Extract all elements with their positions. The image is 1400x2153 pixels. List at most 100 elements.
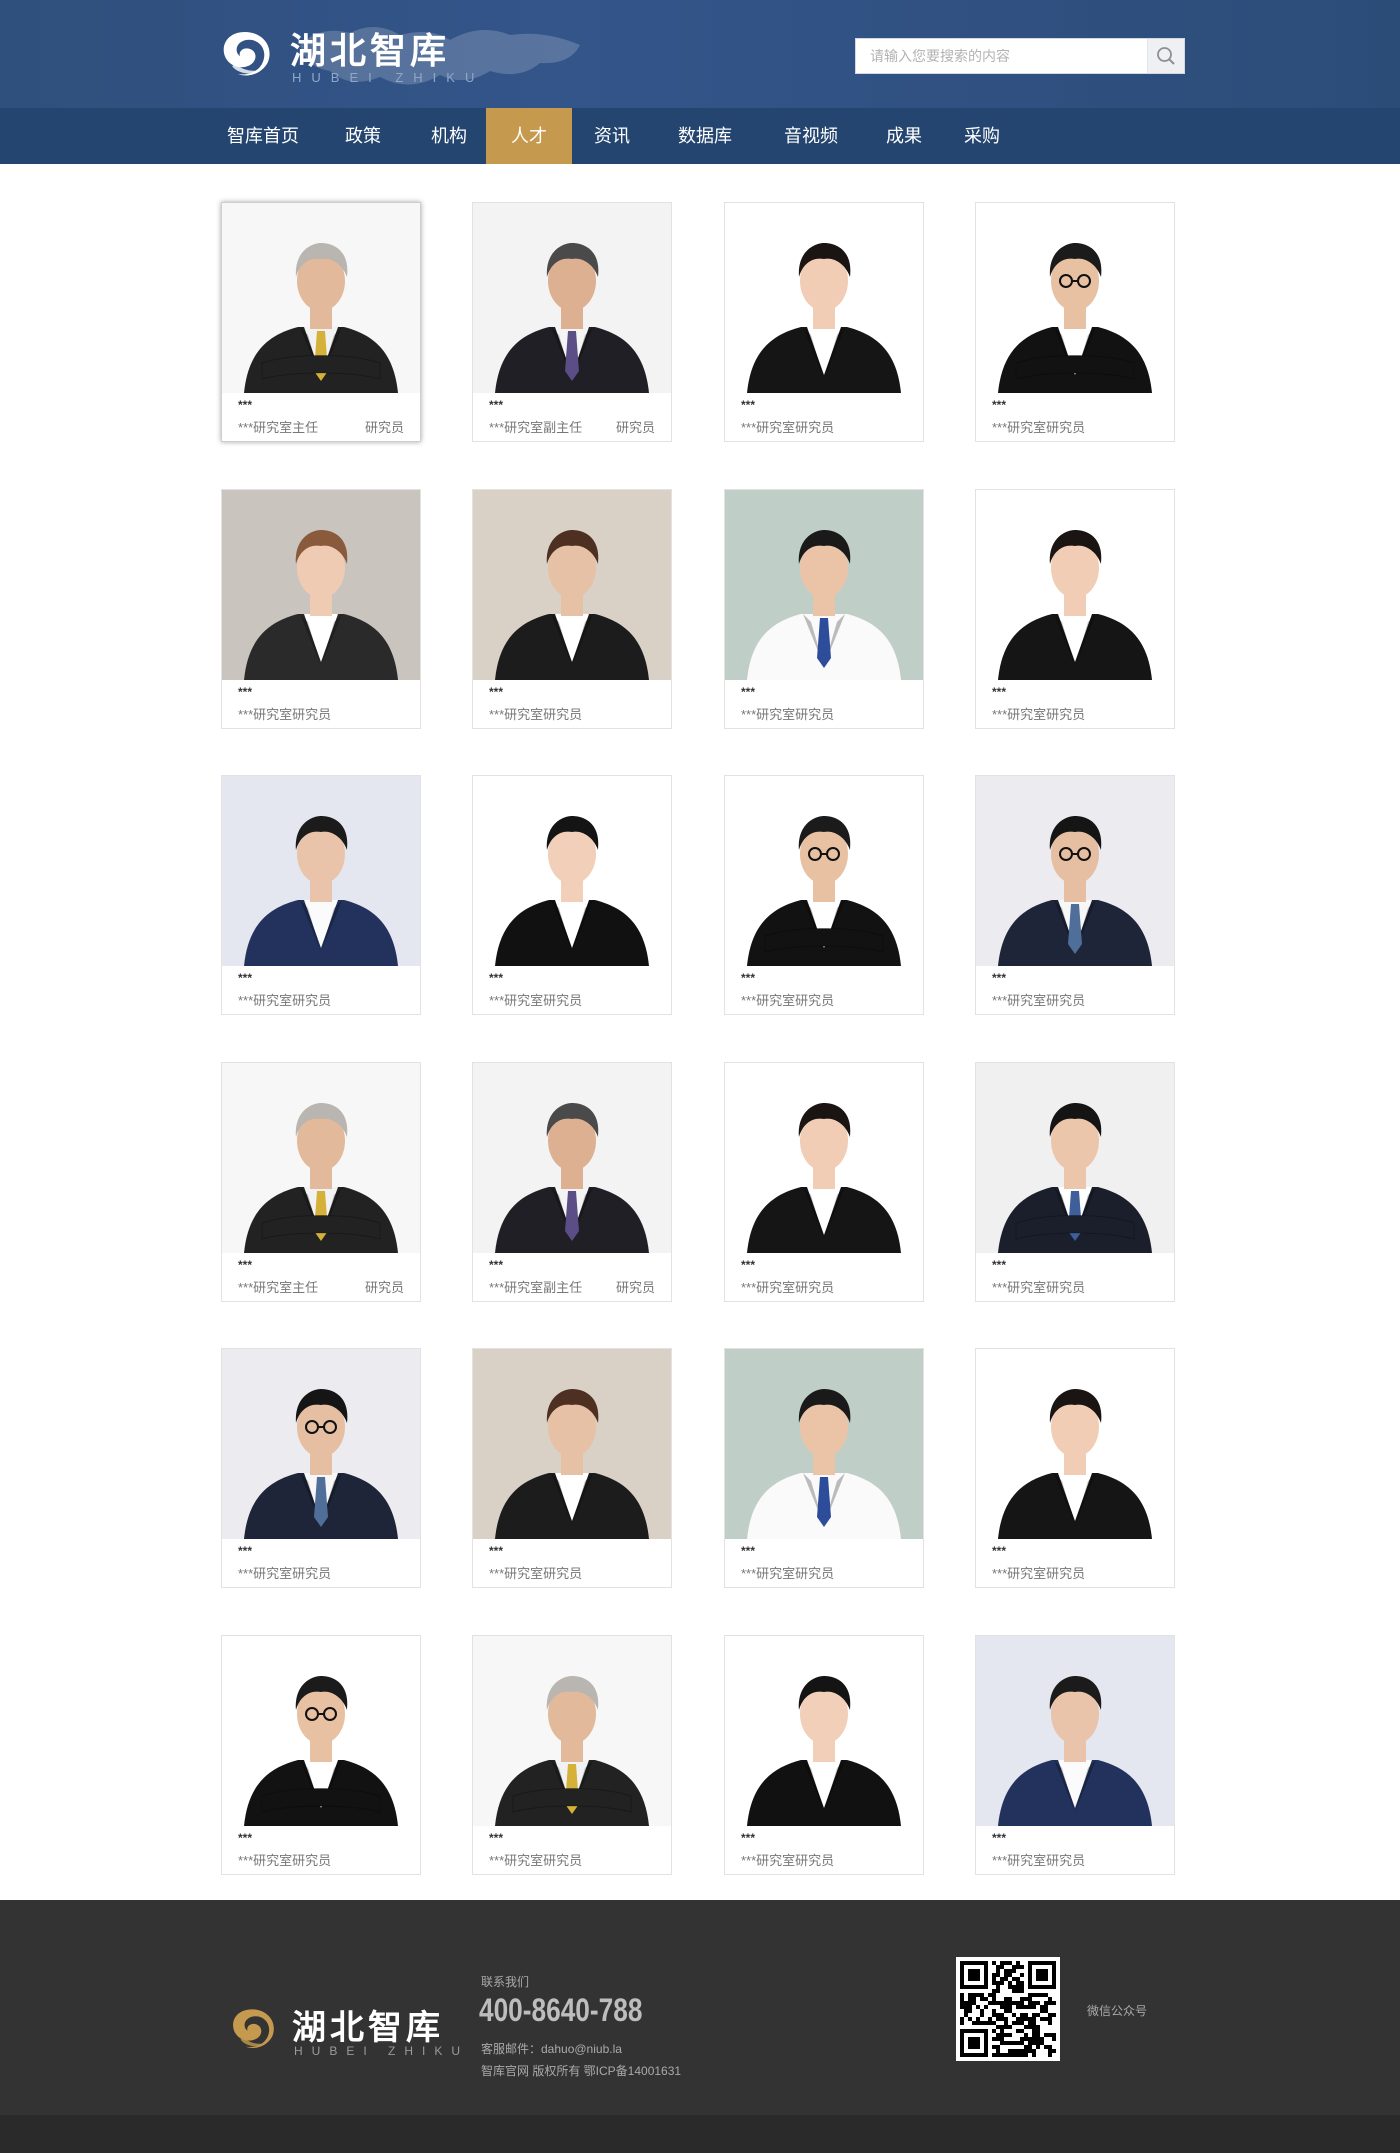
expert-card[interactable]: *** ***研究室研究员 <box>975 202 1175 442</box>
portrait-woman-long-brown-hair <box>473 1349 671 1539</box>
expert-photo[interactable] <box>725 1636 923 1826</box>
nav-item-news[interactable]: 资讯 <box>578 108 646 164</box>
search-button[interactable] <box>1147 39 1184 73</box>
logo-swirl-icon <box>223 32 270 76</box>
portrait-woman-long-brown-hair <box>473 490 671 680</box>
search-input[interactable] <box>856 39 1146 73</box>
expert-title: ***研究室研究员 <box>992 420 1086 435</box>
footer-logo[interactable]: 湖北智库 HUBEI ZHIKU <box>228 2000 468 2070</box>
expert-card[interactable]: *** ***研究室研究员 <box>221 1348 421 1588</box>
expert-photo[interactable] <box>473 1063 671 1253</box>
expert-photo[interactable] <box>473 776 671 966</box>
expert-name: *** <box>238 971 253 985</box>
site-logo[interactable]: 湖北智库 HUBEI ZHIKU <box>218 22 474 92</box>
expert-photo[interactable] <box>725 1063 923 1253</box>
expert-card[interactable]: *** ***研究室研究员 <box>975 1062 1175 1302</box>
expert-name: *** <box>741 1258 756 1272</box>
portrait-woman-short-hair-black-suit <box>976 490 1174 680</box>
qr-label: 微信公众号 <box>1087 2004 1148 2018</box>
nav-item-achievements[interactable]: 成果 <box>870 108 938 164</box>
site-footer: 湖北智库 HUBEI ZHIKU 联系我们 400-8640-788 客服邮件：… <box>0 1900 1400 2153</box>
portrait-older-man-yellow-tie <box>222 1063 420 1253</box>
expert-card[interactable]: *** ***研究室研究员 <box>724 489 924 729</box>
search-box <box>855 38 1185 74</box>
expert-photo[interactable] <box>976 490 1174 680</box>
expert-photo[interactable] <box>725 1349 923 1539</box>
expert-name: *** <box>741 685 756 699</box>
nav-item-institutions[interactable]: 机构 <box>414 108 484 164</box>
portrait-woman-ponytail-office <box>222 490 420 680</box>
expert-photo[interactable] <box>976 1349 1174 1539</box>
expert-card[interactable]: *** ***研究室副主任 研究员 <box>472 202 672 442</box>
expert-name: *** <box>992 398 1007 412</box>
expert-title: ***研究室研究员 <box>489 1566 583 1581</box>
expert-card[interactable]: *** ***研究室研究员 <box>975 1635 1175 1875</box>
expert-photo[interactable] <box>222 1063 420 1253</box>
expert-photo[interactable] <box>473 490 671 680</box>
expert-photo[interactable] <box>222 1349 420 1539</box>
expert-title: ***研究室研究员 <box>741 707 835 722</box>
expert-card[interactable]: *** ***研究室研究员 <box>724 775 924 1015</box>
portrait-man-round-glasses-navy-suit <box>222 1349 420 1539</box>
nav-item-talent[interactable]: 人才 <box>486 108 572 164</box>
expert-card[interactable]: *** ***研究室研究员 <box>472 1635 672 1875</box>
expert-card[interactable]: *** ***研究室研究员 <box>472 489 672 729</box>
expert-card[interactable]: *** ***研究室主任 研究员 <box>221 1062 421 1302</box>
expert-name: *** <box>741 1544 756 1558</box>
expert-photo[interactable] <box>222 203 420 393</box>
expert-title: ***研究室研究员 <box>489 707 583 722</box>
expert-card[interactable]: *** ***研究室研究员 <box>724 1062 924 1302</box>
expert-card[interactable]: *** ***研究室研究员 <box>724 1348 924 1588</box>
expert-name: *** <box>992 1258 1007 1272</box>
expert-name: *** <box>992 1831 1007 1845</box>
expert-card[interactable]: *** ***研究室研究员 <box>221 489 421 729</box>
expert-card[interactable]: *** ***研究室副主任 研究员 <box>472 1062 672 1302</box>
expert-card[interactable]: *** ***研究室研究员 <box>975 775 1175 1015</box>
expert-card[interactable]: *** ***研究室研究员 <box>221 775 421 1015</box>
expert-photo[interactable] <box>725 490 923 680</box>
expert-name: *** <box>489 971 504 985</box>
expert-name: *** <box>992 685 1007 699</box>
expert-photo[interactable] <box>725 776 923 966</box>
portrait-woman-black-suit <box>473 776 671 966</box>
expert-photo[interactable] <box>222 490 420 680</box>
expert-photo[interactable] <box>976 776 1174 966</box>
portrait-woman-short-hair-black-suit <box>976 1349 1174 1539</box>
expert-name: *** <box>489 398 504 412</box>
expert-photo[interactable] <box>473 203 671 393</box>
portrait-young-man-navy-blazer <box>222 776 420 966</box>
expert-title: ***研究室研究员 <box>992 707 1086 722</box>
expert-photo[interactable] <box>473 1636 671 1826</box>
wechat-qr-code-icon <box>956 1957 1060 2061</box>
expert-card[interactable]: *** ***研究室研究员 <box>975 1348 1175 1588</box>
expert-card[interactable]: *** ***研究室研究员 <box>472 1348 672 1588</box>
nav-item-database[interactable]: 数据库 <box>664 108 746 164</box>
expert-photo[interactable] <box>222 776 420 966</box>
expert-photo[interactable] <box>725 203 923 393</box>
expert-title: ***研究室研究员 <box>741 420 835 435</box>
nav-item-home[interactable]: 智库首页 <box>213 108 313 164</box>
expert-card[interactable]: *** ***研究室研究员 <box>975 489 1175 729</box>
expert-card[interactable]: *** ***研究室研究员 <box>724 202 924 442</box>
expert-card[interactable]: *** ***研究室研究员 <box>221 1635 421 1875</box>
expert-photo[interactable] <box>976 203 1174 393</box>
expert-name: *** <box>238 1544 253 1558</box>
logo-swirl-icon <box>233 2009 274 2048</box>
logo-text-en: HUBEI ZHIKU <box>292 70 485 85</box>
expert-photo[interactable] <box>976 1063 1174 1253</box>
expert-title: ***研究室研究员 <box>741 993 835 1008</box>
expert-photo[interactable] <box>976 1636 1174 1826</box>
expert-card[interactable]: *** ***研究室研究员 <box>472 775 672 1015</box>
expert-title: ***研究室研究员 <box>992 1280 1086 1295</box>
portrait-older-man-yellow-tie <box>222 203 420 393</box>
nav-item-procurement[interactable]: 采购 <box>950 108 1014 164</box>
expert-role: 研究员 <box>615 1280 655 1295</box>
nav-item-media[interactable]: 音视频 <box>770 108 852 164</box>
contact-phone: 400-8640-788 <box>479 1992 643 2028</box>
expert-card[interactable]: *** ***研究室研究员 <box>724 1635 924 1875</box>
expert-card[interactable]: *** ***研究室主任 研究员 <box>221 202 421 442</box>
expert-photo[interactable] <box>473 1349 671 1539</box>
expert-photo[interactable] <box>222 1636 420 1826</box>
nav-item-policy[interactable]: 政策 <box>330 108 396 164</box>
portrait-young-man-white-shirt-blue-tie <box>725 490 923 680</box>
